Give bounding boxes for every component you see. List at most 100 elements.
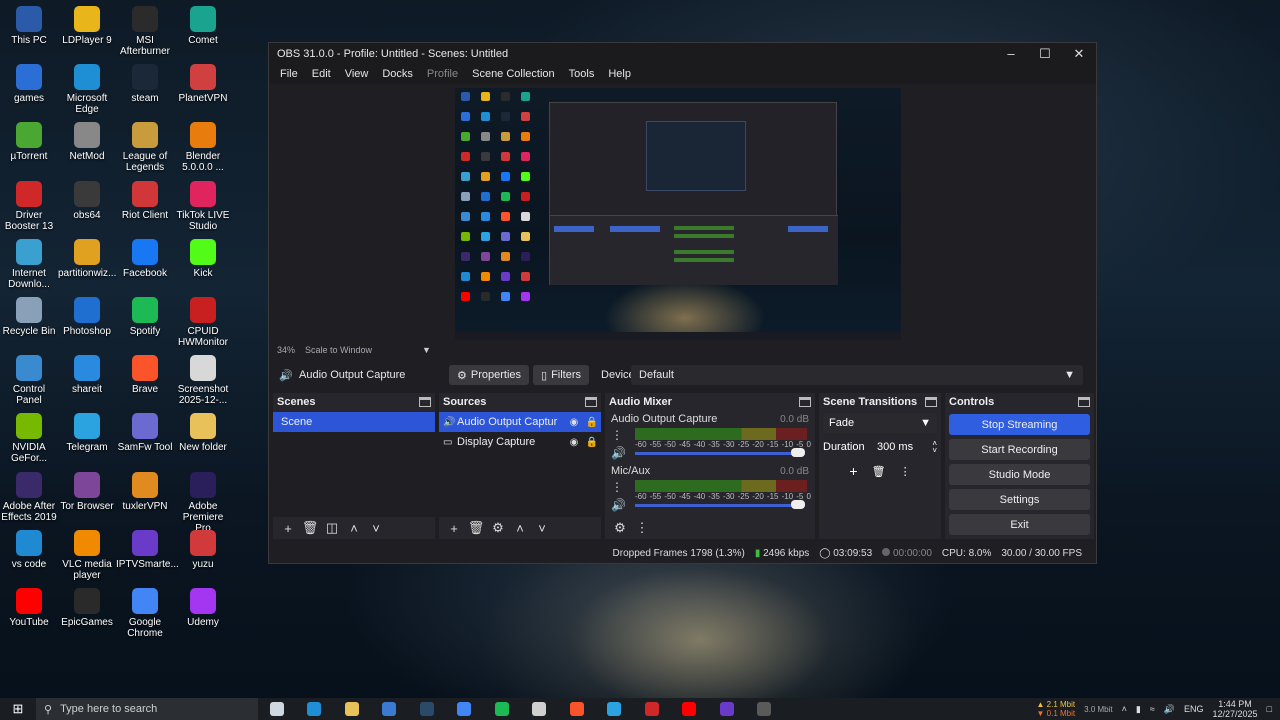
minimize-icon[interactable]: – — [994, 46, 1028, 61]
settings-button[interactable]: Settings — [949, 489, 1090, 510]
volume-slider[interactable] — [635, 504, 805, 507]
taskbar-app[interactable] — [708, 698, 746, 720]
desktop-icon[interactable]: Brave — [116, 355, 174, 395]
obs-titlebar[interactable]: OBS 31.0.0 - Profile: Untitled - Scenes:… — [269, 43, 1096, 64]
menu-help[interactable]: Help — [601, 68, 638, 80]
desktop-icon[interactable]: SamFw Tool — [116, 413, 174, 453]
taskbar-app[interactable] — [333, 698, 371, 720]
desktop-icon[interactable]: New folder — [174, 413, 232, 453]
menu-edit[interactable]: Edit — [305, 68, 338, 80]
desktop-icon[interactable]: Recycle Bin — [0, 297, 58, 337]
desktop-icon[interactable]: steam — [116, 64, 174, 104]
lock-icon[interactable]: 🔒 — [583, 437, 601, 448]
volume-icon[interactable]: 🔊 — [1164, 704, 1175, 715]
desktop-icon[interactable]: vs code — [0, 529, 58, 570]
taskbar-app[interactable] — [521, 698, 559, 720]
chevron-up-icon[interactable]: ˄ — [1122, 704, 1127, 714]
volume-slider[interactable] — [635, 452, 805, 455]
desktop-icon[interactable]: games — [0, 64, 58, 104]
taskbar-app[interactable] — [296, 698, 334, 720]
taskbar-app[interactable] — [746, 698, 784, 720]
taskbar-app[interactable] — [633, 698, 671, 720]
start-recording-button[interactable]: Start Recording — [949, 439, 1090, 460]
wifi-icon[interactable]: ≈ — [1150, 704, 1155, 714]
device-select[interactable]: Default ▼ — [631, 365, 1084, 385]
taskbar-app[interactable] — [483, 698, 521, 720]
undock-icon[interactable] — [419, 397, 431, 407]
undock-icon[interactable] — [799, 397, 811, 407]
desktop-icon[interactable]: NetMod — [58, 122, 116, 162]
desktop-icon[interactable]: NVIDIA GeFor... — [0, 413, 58, 464]
desktop-icon[interactable]: This PC — [0, 6, 58, 46]
menu-scene-collection[interactable]: Scene Collection — [465, 68, 562, 80]
battery-icon[interactable]: ▮ — [1136, 704, 1141, 715]
maximize-icon[interactable]: ☐ — [1028, 46, 1062, 62]
desktop-icon[interactable]: Riot Client — [116, 180, 174, 221]
menu-docks[interactable]: Docks — [375, 68, 420, 80]
chevron-down-icon[interactable]: ▼ — [422, 345, 431, 355]
desktop-icon[interactable]: obs64 — [58, 180, 116, 221]
desktop-icon[interactable]: µTorrent — [0, 122, 58, 162]
eye-icon[interactable]: ◉ — [565, 417, 583, 428]
chevron-up-icon[interactable]: ˄ — [345, 521, 363, 536]
studio-mode-button[interactable]: Studio Mode — [949, 464, 1090, 485]
filters-button[interactable]: ▯ Filters — [533, 365, 590, 385]
menu-file[interactable]: File — [273, 68, 305, 80]
source-item[interactable]: 🔊 Audio Output Captur ◉ 🔒 — [439, 412, 601, 432]
add-icon[interactable]: + — [279, 521, 297, 536]
desktop-icon[interactable]: Screenshot 2025-12-... — [174, 355, 232, 406]
undock-icon[interactable] — [925, 397, 937, 407]
desktop-icon[interactable]: Adobe Premiere Pro — [174, 471, 232, 534]
desktop-icon[interactable]: IPTVSmarte... — [116, 529, 179, 570]
desktop-icon[interactable]: VLC media player — [58, 529, 116, 581]
duration-input[interactable]: 300 ms — [873, 441, 932, 453]
stop-streaming-button[interactable]: Stop Streaming — [949, 414, 1090, 435]
spinner-icon[interactable]: ˄ ˅ — [932, 440, 937, 455]
desktop-icon[interactable]: CPUID HWMonitor — [174, 297, 232, 348]
desktop-icon[interactable]: Google Chrome — [116, 588, 174, 639]
clock[interactable]: 1:44 PM 12/27/2025 — [1213, 699, 1258, 719]
preview-canvas[interactable] — [455, 88, 901, 340]
kebab-menu-icon[interactable]: ⋮ — [611, 480, 623, 494]
desktop-icon[interactable]: Microsoft Edge — [58, 64, 116, 115]
volume-slider-handle[interactable] — [791, 500, 805, 509]
speaker-icon[interactable]: 🔊 — [611, 498, 626, 512]
desktop-icon[interactable]: TikTok LIVE Studio — [174, 180, 232, 232]
desktop-icon[interactable]: shareit — [58, 355, 116, 395]
taskbar-app[interactable] — [408, 698, 446, 720]
undock-icon[interactable] — [585, 397, 597, 407]
chevron-up-icon[interactable]: ˄ — [511, 521, 529, 536]
close-icon[interactable]: ✕ — [1062, 46, 1096, 62]
obs-window[interactable]: OBS 31.0.0 - Profile: Untitled - Scenes:… — [268, 42, 1097, 564]
chevron-down-icon[interactable]: ˅ — [367, 521, 385, 536]
taskbar-app[interactable] — [671, 698, 709, 720]
desktop-icon[interactable]: Adobe After Effects 2019 — [0, 471, 58, 523]
desktop-icon[interactable]: Kick — [174, 238, 232, 279]
kebab-menu-icon[interactable]: ⋮ — [611, 428, 623, 442]
menu-view[interactable]: View — [338, 68, 376, 80]
desktop-icon[interactable]: Photoshop — [58, 297, 116, 337]
desktop-icon[interactable]: Tor Browser — [58, 471, 116, 512]
desktop-icon[interactable]: Internet Downlo... — [0, 238, 58, 290]
desktop-icon[interactable]: PlanetVPN — [174, 64, 232, 104]
taskbar-search[interactable]: ⚲ Type here to search — [36, 698, 258, 720]
desktop-icon[interactable]: Telegram — [58, 413, 116, 453]
desktop-icon[interactable]: Comet — [174, 6, 232, 46]
eye-icon[interactable]: ◉ — [565, 437, 583, 448]
trash-icon[interactable]: 🗑 — [467, 520, 485, 536]
taskbar-app[interactable] — [558, 698, 596, 720]
language-indicator[interactable]: ENG — [1184, 704, 1204, 714]
menu-profile[interactable]: Profile — [420, 68, 465, 80]
preview-area[interactable] — [273, 85, 1081, 343]
chevron-down-icon[interactable]: ˅ — [533, 521, 551, 536]
taskbar-app[interactable] — [371, 698, 409, 720]
filter-icon[interactable]: ◫ — [323, 520, 341, 536]
gear-icon[interactable]: ⚙ — [489, 520, 507, 536]
volume-slider-handle[interactable] — [791, 448, 805, 457]
desktop-icon[interactable]: Control Panel — [0, 355, 58, 406]
kebab-menu-icon[interactable]: ⋮ — [900, 465, 911, 478]
properties-button[interactable]: ⚙ Properties — [449, 365, 530, 385]
source-item[interactable]: ▭ Display Capture ◉ 🔒 — [439, 432, 601, 452]
desktop-icon[interactable]: Facebook — [116, 238, 174, 279]
transition-select[interactable]: Fade ▼ — [823, 413, 937, 433]
